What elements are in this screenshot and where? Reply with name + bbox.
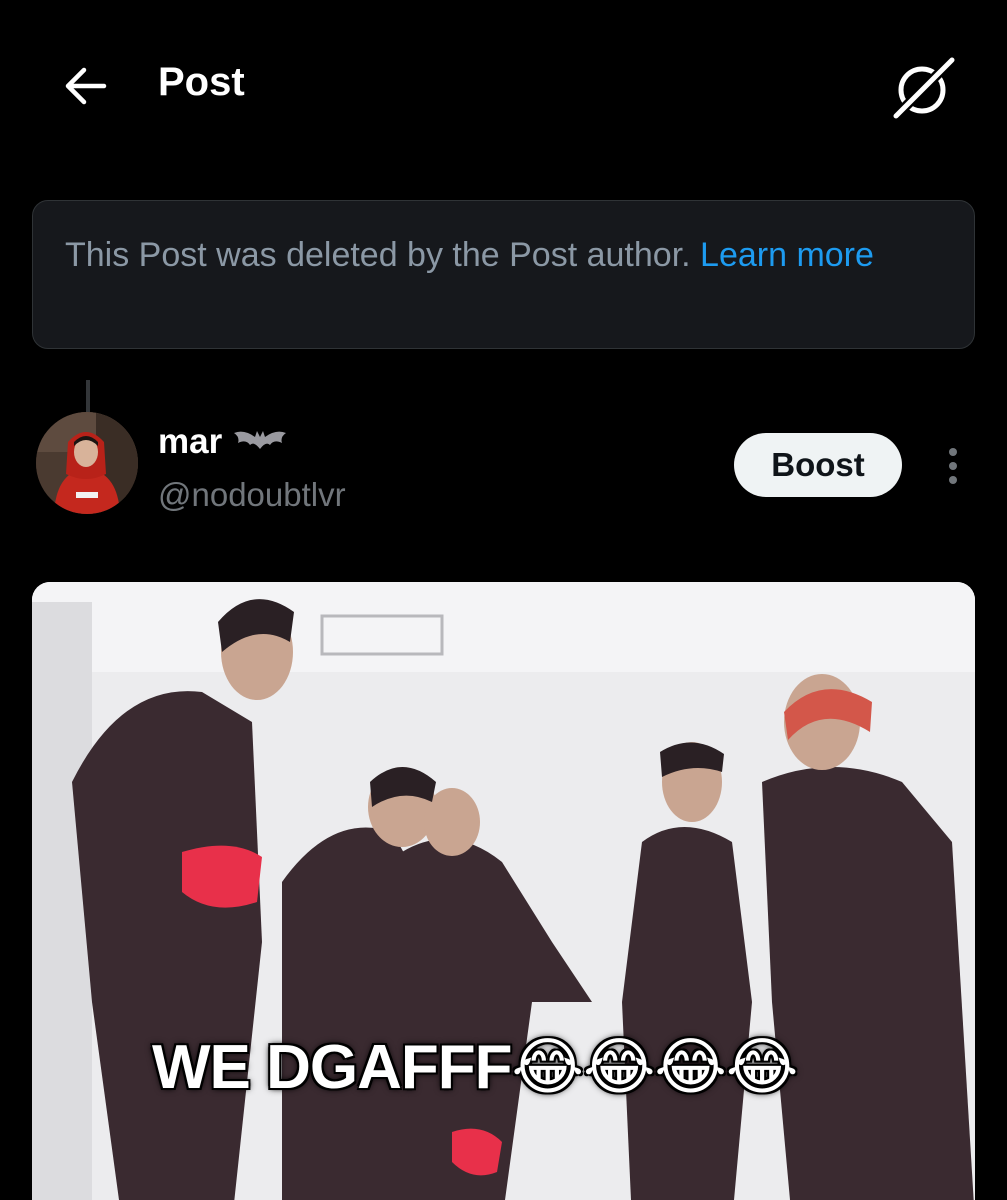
media-caption: WE DGAFFF😂😂😂😂 <box>152 1030 798 1103</box>
laughing-emoji-icon: 😂 <box>582 1033 655 1102</box>
caption-text: WE DGAFFF <box>152 1033 512 1102</box>
notice-message: This Post was deleted by the Post author… <box>65 236 691 274</box>
back-button[interactable] <box>56 58 116 114</box>
grok-icon <box>892 56 956 120</box>
grok-button[interactable] <box>888 54 958 124</box>
more-options-button[interactable] <box>936 444 970 488</box>
display-name[interactable]: mar <box>158 422 222 462</box>
arrow-left-icon <box>65 67 107 105</box>
post-media[interactable]: WE DGAFFF😂😂😂😂 <box>32 582 975 1200</box>
laughing-emoji-icon: 😂 <box>654 1033 726 1102</box>
avatar[interactable] <box>36 412 138 514</box>
video-frame <box>32 582 975 1200</box>
boost-button[interactable]: Boost <box>734 433 902 497</box>
deleted-post-notice: This Post was deleted by the Post author… <box>32 200 975 349</box>
laughing-emoji-icon: 😂 <box>511 1033 584 1102</box>
author-name-row: mar <box>158 420 288 464</box>
user-handle[interactable]: @nodoubtlvr <box>158 476 346 514</box>
thread-connector <box>86 380 90 414</box>
top-bar: Post <box>0 0 1007 170</box>
more-vertical-icon <box>949 448 957 484</box>
post-page: Post This Post was deleted by the Post a… <box>0 0 1007 1200</box>
avatar-image <box>36 412 138 514</box>
bat-emoji-icon <box>234 431 287 449</box>
page-title: Post <box>158 60 245 104</box>
laughing-emoji-icon: 😂 <box>725 1033 798 1102</box>
learn-more-link[interactable]: Learn more <box>700 236 874 274</box>
